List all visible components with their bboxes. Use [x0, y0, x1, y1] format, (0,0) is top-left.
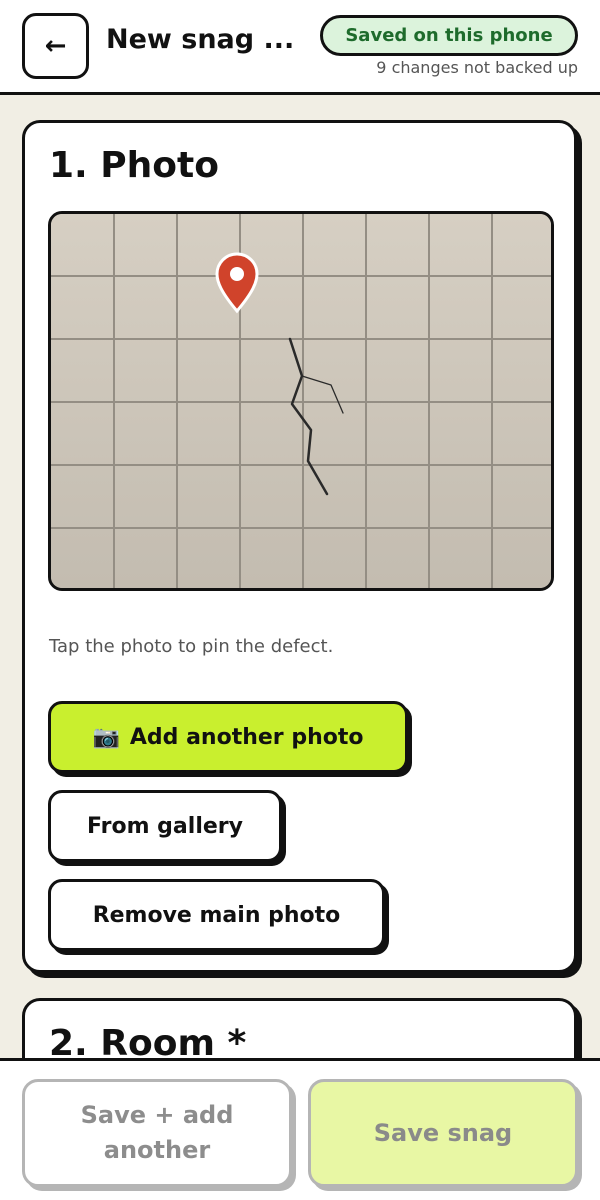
app-header: ← New snag ... Saved on this phone 9 cha…: [0, 0, 600, 95]
saved-status-badge: Saved on this phone: [320, 15, 578, 56]
remove-main-photo-label: Remove main photo: [92, 902, 341, 928]
photo-hint-text: Tap the photo to pin the defect.: [49, 636, 334, 657]
camera-icon: 📷: [92, 724, 120, 750]
remove-main-photo-button[interactable]: Remove main photo: [48, 879, 385, 951]
add-another-photo-label: Add another photo: [129, 724, 364, 750]
backup-status-text: 9 changes not backed up: [376, 58, 578, 77]
save-add-another-button[interactable]: Save + add another: [22, 1079, 292, 1187]
photo-section-card: 1. Photo Tap the photo to pin the defect…: [22, 120, 577, 973]
save-add-another-label: Save + add another: [80, 1101, 234, 1164]
arrow-left-icon: ←: [44, 31, 67, 61]
save-snag-label: Save snag: [373, 1118, 513, 1147]
photo-section-title: 1. Photo: [49, 145, 219, 186]
action-footer: Save + add another Save snag: [0, 1058, 600, 1200]
defect-photo[interactable]: [48, 211, 554, 591]
page-title: New snag ...: [106, 24, 295, 55]
defect-photo-image: [51, 214, 551, 588]
add-another-photo-button[interactable]: 📷 Add another photo: [48, 701, 408, 773]
from-gallery-button[interactable]: From gallery: [48, 790, 282, 862]
back-button[interactable]: ←: [22, 13, 89, 79]
save-snag-button[interactable]: Save snag: [308, 1079, 578, 1187]
from-gallery-label: From gallery: [87, 813, 243, 839]
